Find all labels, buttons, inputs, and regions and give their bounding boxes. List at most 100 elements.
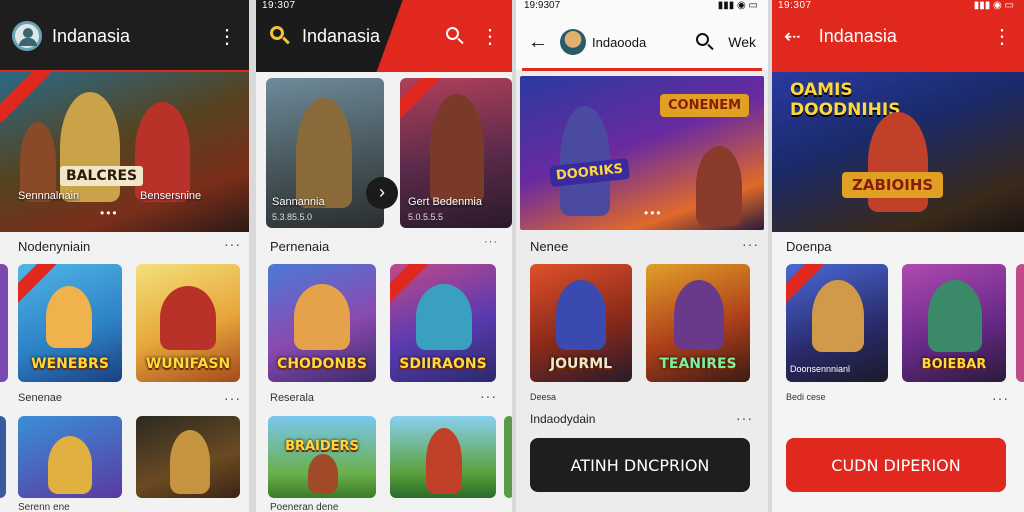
hero-banner-label: ZABIOIHS — [842, 172, 944, 198]
avatar — [560, 29, 586, 55]
carousel-pager: ••• — [644, 206, 663, 220]
header-action-link[interactable]: Wek — [728, 34, 756, 50]
hero-card[interactable]: Gert Bedenmia 5.0.5.5.5 — [400, 78, 512, 228]
game-tile[interactable] — [390, 416, 496, 498]
hero-banner-label: CONENEM — [660, 94, 750, 117]
section-heading: Nodenyniain — [18, 239, 91, 254]
phone-screen-1: Indanasia ⋮ BALCRES Sennnalnain Bensersn… — [0, 0, 249, 512]
hero-headline: OAMIS DOODNIHIS — [790, 80, 900, 120]
game-tile[interactable] — [136, 416, 240, 498]
hero-subtitle: 5.3.85.5.0 — [272, 212, 313, 222]
app-title: Indaooda — [592, 34, 647, 50]
tile-character — [46, 286, 92, 348]
tile-character — [294, 284, 350, 350]
caption-bottom: Poeneran dene — [270, 502, 339, 512]
tile-character — [308, 454, 338, 494]
game-tile[interactable]: BRAIDERS — [268, 416, 376, 498]
hero-subtitle-2: 5.0.5.5.5 — [408, 212, 444, 222]
hero-banner[interactable]: CONENEM DOORIKS ••• — [520, 76, 764, 230]
hero-character — [135, 102, 190, 202]
section-heading: Doenpa — [786, 239, 832, 254]
tile-character — [928, 280, 982, 352]
section-heading-2: Reserala — [270, 392, 315, 404]
phone-screen-3: ← Indaooda Wek 19:9307 ▮▮▮ ◉ ▭ CONENEM D… — [516, 0, 768, 512]
caption-small: Deesa — [530, 392, 557, 402]
hero-banner[interactable]: OAMIS DOODNIHIS ZABIOIHS — [772, 72, 1024, 232]
app-title: Indanasia — [818, 25, 897, 46]
hero-title: Sennnalnain — [18, 190, 80, 202]
section-more-icon[interactable]: ··· — [992, 390, 1009, 406]
tile-title: TEANIRES — [659, 356, 737, 372]
section-heading-2: Senenae — [18, 392, 63, 404]
more-options-icon[interactable]: ⋮ — [992, 24, 1012, 49]
top-app-bar: ← Indaooda Wek — [516, 14, 768, 70]
phone-screen-2: Indanasia ⋮ 19:307 Sannannia 5.3.85.5.0 … — [256, 0, 512, 512]
tile-title: WENEBRS — [31, 356, 109, 372]
game-tile[interactable] — [0, 416, 6, 498]
section-more-icon[interactable]: ··· — [742, 236, 759, 252]
promo-ribbon — [0, 72, 51, 123]
back-arrow-icon[interactable]: ← — [528, 31, 548, 54]
carousel-pager: ••• — [100, 206, 119, 220]
game-tile[interactable]: TEANIRES — [646, 264, 750, 382]
app-title: Indanasia — [302, 25, 381, 46]
tile-title: CHODONBS — [277, 356, 367, 372]
more-options-icon[interactable]: ⋮ — [480, 24, 500, 49]
hero-carousel[interactable]: Sannannia 5.3.85.5.0 › Gert Bedenmia 5.0… — [256, 72, 512, 232]
game-tile[interactable] — [1016, 264, 1024, 382]
hero-banner[interactable]: BALCRES Sennnalnain Bensersnine ••• — [0, 72, 249, 232]
hero-character — [696, 146, 742, 226]
status-icons: ▮▮▮ ◉ ▭ — [973, 0, 1014, 11]
tile-character — [556, 280, 606, 350]
game-tile[interactable]: WENEBRS — [18, 264, 122, 382]
tile-title: BRAIDERS — [285, 439, 359, 454]
app-title: Indanasia — [52, 25, 131, 46]
section-more-icon[interactable]: ··· — [480, 388, 497, 404]
search-icon[interactable] — [444, 25, 466, 47]
search-logo-icon — [268, 24, 292, 48]
tile-title: SDIIRAONS — [399, 356, 487, 372]
status-time: 19:307 — [262, 0, 296, 11]
tile-title: BOIEBAR — [921, 357, 987, 372]
chevron-right-icon[interactable]: › — [366, 177, 398, 209]
accent-line — [522, 68, 762, 71]
caption-bottom: Serenn ene — [18, 502, 70, 512]
game-tile[interactable] — [18, 416, 122, 498]
tile-character — [48, 436, 92, 494]
tile-character — [812, 280, 864, 352]
more-options-icon[interactable]: ⋮ — [217, 24, 237, 49]
back-arrow-icon[interactable]: ⇠ — [784, 24, 801, 49]
section-more-icon[interactable]: ··· — [736, 410, 753, 426]
primary-action-button[interactable]: CUDN DIPERION — [786, 438, 1006, 492]
section-more-icon[interactable]: ··· — [224, 236, 241, 252]
game-tile[interactable]: Doonsennnianl — [786, 264, 888, 382]
primary-action-button[interactable]: ATINH DNCPRION — [530, 438, 750, 492]
promo-ribbon — [400, 78, 441, 122]
game-tile[interactable]: JOURML — [530, 264, 632, 382]
game-tile[interactable] — [504, 416, 512, 498]
game-tile[interactable]: SDIIRAONS — [390, 264, 496, 382]
status-icons: ▮▮▮ ◉ ▭ — [717, 0, 758, 11]
hero-title: Sannannia — [272, 196, 325, 208]
game-tile[interactable]: CHODONBS — [268, 264, 376, 382]
tile-character — [160, 286, 216, 350]
tile-title: JOURML — [549, 356, 613, 372]
caption-small: Bedi cese — [786, 392, 826, 402]
hero-title-2: Gert Bedenmia — [408, 196, 482, 208]
section-heading: Nenee — [530, 239, 569, 254]
hero-card[interactable]: Sannannia 5.3.85.5.0 — [266, 78, 384, 228]
top-app-bar: Indanasia ⋮ — [0, 0, 249, 72]
section-more-icon[interactable]: ··· — [484, 236, 498, 248]
game-tile[interactable]: BOIEBAR — [902, 264, 1006, 382]
search-icon[interactable] — [694, 31, 716, 53]
app-logo-icon — [12, 21, 42, 51]
game-tile[interactable] — [0, 264, 8, 382]
section-more-icon[interactable]: ··· — [224, 390, 241, 406]
hero-character — [296, 98, 352, 208]
hero-banner-label: BALCRES — [60, 166, 144, 186]
tile-character — [416, 284, 472, 350]
status-time: 19:307 — [778, 0, 812, 11]
tile-character — [426, 428, 462, 494]
section-heading: Pernenaia — [270, 239, 330, 254]
game-tile[interactable]: WUNIFASN — [136, 264, 240, 382]
